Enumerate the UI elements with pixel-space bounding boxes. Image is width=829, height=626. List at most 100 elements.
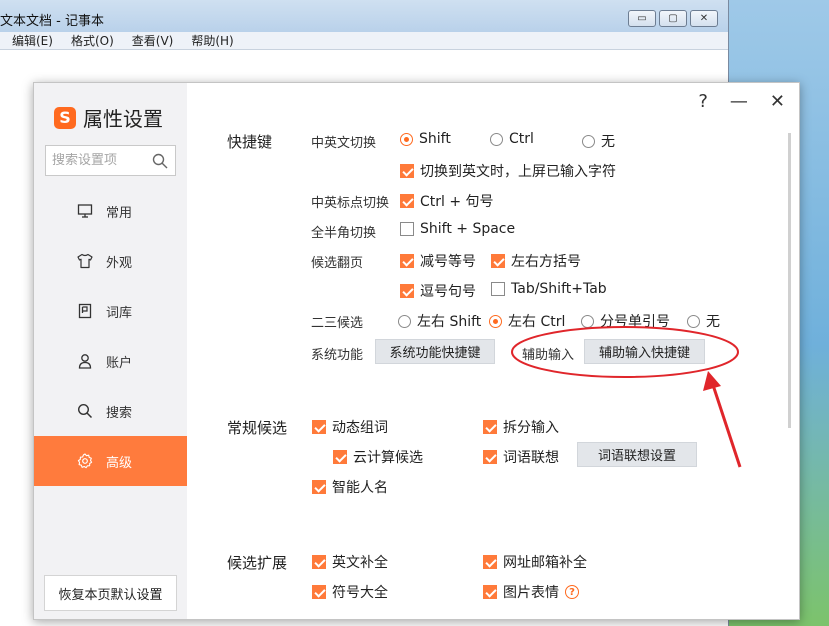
section-title-candidate-ext: 候选扩展: [227, 554, 288, 572]
notepad-titlebar: 文本文档 - 记事本 ▭ ▢ ✕: [0, 0, 728, 32]
checkbox-tab[interactable]: Tab/Shift+Tab: [491, 281, 607, 297]
search-input[interactable]: [52, 153, 148, 168]
checkbox-box: [312, 480, 326, 494]
assist-input-label: 辅助输入: [522, 348, 575, 363]
sidebar-item-label: 账户: [106, 355, 133, 371]
search-icon: [77, 403, 93, 419]
checkbox-box: [483, 420, 497, 434]
notepad-close-button[interactable]: ✕: [690, 10, 718, 27]
second-third-label: 二三候选: [311, 316, 364, 331]
notepad-title: 文本文档 - 记事本: [0, 14, 104, 29]
sidebar-item-account[interactable]: 账户: [34, 336, 187, 386]
sidebar-item-lexicon[interactable]: 词库: [34, 286, 187, 336]
menu-format[interactable]: 格式(O): [71, 32, 114, 49]
radio-label: Shift: [419, 131, 451, 147]
watermark-sub: jingyan.baidu.com: [666, 596, 781, 609]
search-icon[interactable]: [152, 153, 168, 169]
gear-icon: [77, 453, 93, 469]
checkbox-box: [400, 254, 414, 268]
checkbox-comma-period[interactable]: 逗号句号: [400, 281, 476, 301]
word-association-settings-button[interactable]: 词语联想设置: [577, 442, 697, 467]
radio-label: 左右 Ctrl: [508, 314, 566, 330]
sogou-logo-icon: S: [54, 106, 76, 129]
system-function-label: 系统功能: [311, 348, 364, 363]
radio-shift-lr[interactable]: 左右 Shift: [398, 311, 481, 331]
checkbox-split-input[interactable]: 拆分输入: [483, 417, 559, 437]
sidebar-item-advanced[interactable]: 高级: [34, 436, 187, 486]
book-icon: [77, 303, 93, 319]
radio-dot: [582, 134, 595, 148]
checkbox-box: [333, 450, 347, 464]
checkbox-symbols[interactable]: 符号大全: [312, 582, 388, 602]
checkbox-box: [400, 194, 414, 208]
checkbox-label: 逗号句号: [420, 284, 476, 300]
checkbox-brackets[interactable]: 左右方括号: [491, 251, 581, 271]
checkbox-box: [312, 420, 326, 434]
checkbox-box: [312, 555, 326, 569]
radio-semicolon-quote[interactable]: 分号单引号: [581, 311, 670, 331]
checkbox-box: [400, 222, 414, 236]
checkbox-cloud-candidate[interactable]: 云计算候选: [333, 447, 423, 467]
radio-label: Ctrl: [509, 131, 534, 147]
checkbox-label: 词语联想: [503, 450, 559, 466]
menu-edit[interactable]: 编辑(E): [12, 32, 53, 49]
radio-label: 左右 Shift: [417, 314, 482, 330]
sidebar: S 属性设置 常用 外观: [34, 83, 187, 619]
search-box: [45, 145, 176, 176]
page-turn-label: 候选翻页: [311, 256, 364, 271]
radio-dot: [490, 132, 503, 146]
settings-window: S 属性设置 常用 外观: [33, 82, 800, 620]
radio-ctrl[interactable]: Ctrl: [490, 131, 534, 147]
checkbox-label: 符号大全: [332, 585, 388, 601]
radio-dot: [398, 314, 411, 328]
sidebar-item-common[interactable]: 常用: [34, 186, 187, 236]
cn-en-switch-label: 中英文切换: [311, 136, 377, 151]
checkbox-ctrl-period[interactable]: Ctrl + 句号: [400, 191, 494, 211]
checkbox-box: [491, 254, 505, 268]
shirt-icon: [77, 253, 93, 269]
sidebar-item-label: 常用: [106, 205, 133, 221]
watermark-main: Baidu经验: [630, 559, 781, 592]
checkbox-label: 拆分输入: [503, 420, 559, 436]
checkbox-minus-equal[interactable]: 减号等号: [400, 251, 476, 271]
menu-help[interactable]: 帮助(H): [191, 32, 233, 49]
radio-none-2[interactable]: 无: [687, 311, 720, 331]
radio-shift[interactable]: Shift: [400, 131, 451, 147]
sidebar-item-label: 词库: [106, 305, 133, 321]
radio-ctrl-lr[interactable]: 左右 Ctrl: [489, 311, 565, 331]
window-title: 属性设置: [83, 107, 163, 131]
checkbox-box: [483, 555, 497, 569]
notepad-maximize-button[interactable]: ▢: [659, 10, 687, 27]
checkbox-shift-space[interactable]: Shift + Space: [400, 221, 515, 237]
sidebar-item-label: 外观: [106, 255, 133, 271]
checkbox-commit-on-switch[interactable]: 切换到英文时，上屏已输入字符: [400, 161, 616, 181]
checkbox-label: 网址邮箱补全: [503, 555, 587, 571]
checkbox-url-email-complete[interactable]: 网址邮箱补全: [483, 552, 587, 572]
menu-view[interactable]: 查看(V): [132, 32, 174, 49]
checkbox-word-association[interactable]: 词语联想: [483, 447, 559, 467]
checkbox-image-emoji[interactable]: 图片表情 ?: [483, 582, 579, 602]
notepad-minimize-button[interactable]: ▭: [628, 10, 656, 27]
radio-dot: [489, 314, 502, 328]
sidebar-item-appearance[interactable]: 外观: [34, 236, 187, 286]
width-switch-label: 全半角切换: [311, 226, 377, 241]
scrollbar[interactable]: [788, 133, 791, 428]
checkbox-label: 减号等号: [420, 254, 476, 270]
checkbox-english-complete[interactable]: 英文补全: [312, 552, 388, 572]
radio-none[interactable]: 无: [582, 131, 615, 151]
checkbox-smart-names[interactable]: 智能人名: [312, 477, 388, 497]
checkbox-label: Shift + Space: [420, 221, 516, 237]
restore-defaults-button[interactable]: 恢复本页默认设置: [44, 575, 177, 611]
section-title-shortcuts: 快捷键: [227, 133, 273, 151]
checkbox-label: 智能人名: [332, 480, 388, 496]
checkbox-box: [491, 282, 505, 296]
sidebar-item-search[interactable]: 搜索: [34, 386, 187, 436]
help-icon[interactable]: ?: [565, 585, 579, 599]
radio-dot: [400, 132, 413, 146]
checkbox-box: [483, 450, 497, 464]
checkbox-label: 云计算候选: [353, 450, 423, 466]
sidebar-item-label: 搜索: [106, 405, 133, 421]
assist-shortcut-button[interactable]: 辅助输入快捷键: [584, 339, 705, 364]
checkbox-dynamic-phrase[interactable]: 动态组词: [312, 417, 388, 437]
system-shortcut-button[interactable]: 系统功能快捷键: [375, 339, 495, 364]
